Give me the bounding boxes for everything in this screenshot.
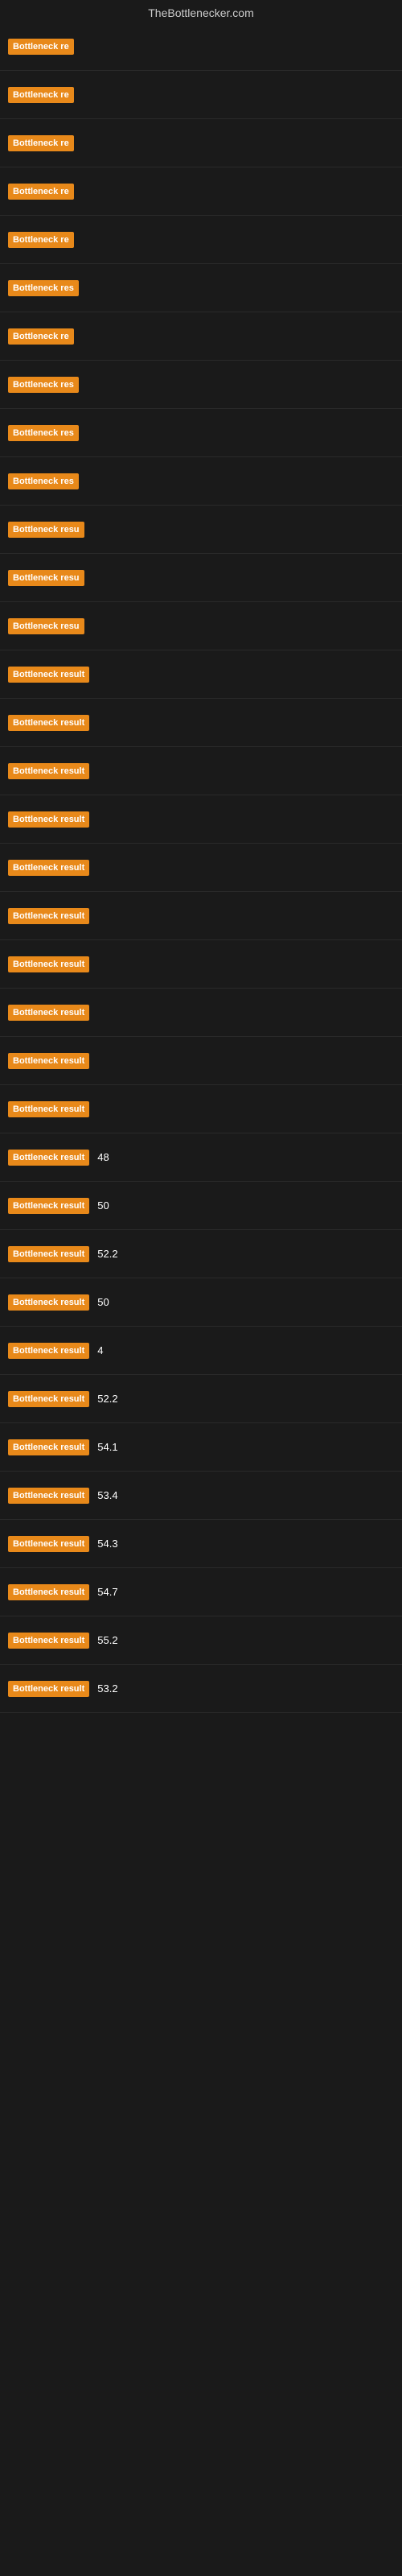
table-row: Bottleneck result 54.1: [0, 1423, 402, 1472]
table-row: Bottleneck result 53.4: [0, 1472, 402, 1520]
bottleneck-value: 50: [97, 1199, 109, 1212]
bottleneck-value: 55.2: [97, 1634, 117, 1646]
table-row: Bottleneck result: [0, 892, 402, 940]
table-row: Bottleneck res: [0, 264, 402, 312]
bottleneck-label: Bottleneck result: [8, 908, 89, 924]
bottleneck-label: Bottleneck result: [8, 1294, 89, 1311]
table-row: Bottleneck result: [0, 747, 402, 795]
bottleneck-label: Bottleneck result: [8, 956, 89, 972]
table-row: Bottleneck re: [0, 23, 402, 71]
bottleneck-label: Bottleneck re: [8, 328, 74, 345]
table-row: Bottleneck result: [0, 795, 402, 844]
table-row: Bottleneck result: [0, 1085, 402, 1133]
bottleneck-label: Bottleneck result: [8, 1439, 89, 1455]
bottleneck-label: Bottleneck result: [8, 1005, 89, 1021]
bottleneck-label: Bottleneck res: [8, 473, 79, 489]
table-row: Bottleneck result 55.2: [0, 1616, 402, 1665]
bottleneck-value: 4: [97, 1344, 103, 1356]
bottleneck-label: Bottleneck result: [8, 1488, 89, 1504]
bottleneck-label: Bottleneck result: [8, 763, 89, 779]
bottleneck-label: Bottleneck result: [8, 1101, 89, 1117]
bottleneck-label: Bottleneck res: [8, 377, 79, 393]
bottleneck-label: Bottleneck result: [8, 1246, 89, 1262]
bottleneck-label: Bottleneck res: [8, 425, 79, 441]
table-row: Bottleneck result 48: [0, 1133, 402, 1182]
table-row: Bottleneck re: [0, 312, 402, 361]
bottleneck-label: Bottleneck result: [8, 1584, 89, 1600]
bottleneck-label: Bottleneck resu: [8, 570, 84, 586]
table-row: Bottleneck result 50: [0, 1278, 402, 1327]
table-row: Bottleneck result 54.7: [0, 1568, 402, 1616]
table-row: Bottleneck result 4: [0, 1327, 402, 1375]
table-row: Bottleneck res: [0, 457, 402, 506]
bottleneck-value: 54.7: [97, 1586, 117, 1598]
bottleneck-value: 48: [97, 1151, 109, 1163]
bottleneck-value: 53.2: [97, 1682, 117, 1695]
table-row: Bottleneck result 53.2: [0, 1665, 402, 1713]
bottleneck-label: Bottleneck result: [8, 1681, 89, 1697]
bottleneck-value: 53.4: [97, 1489, 117, 1501]
table-row: Bottleneck resu: [0, 602, 402, 650]
bottleneck-label: Bottleneck result: [8, 1053, 89, 1069]
bottleneck-label: Bottleneck re: [8, 39, 74, 55]
table-row: Bottleneck resu: [0, 554, 402, 602]
table-row: Bottleneck re: [0, 119, 402, 167]
bottleneck-label: Bottleneck result: [8, 667, 89, 683]
table-row: Bottleneck result: [0, 650, 402, 699]
bottleneck-label: Bottleneck re: [8, 135, 74, 151]
bottleneck-label: Bottleneck result: [8, 811, 89, 828]
bottleneck-value: 54.1: [97, 1441, 117, 1453]
table-row: Bottleneck re: [0, 216, 402, 264]
bottleneck-label: Bottleneck result: [8, 1536, 89, 1552]
bottleneck-label: Bottleneck re: [8, 184, 74, 200]
table-row: Bottleneck result 52.2: [0, 1375, 402, 1423]
bottleneck-label: Bottleneck result: [8, 715, 89, 731]
bottleneck-value: 52.2: [97, 1248, 117, 1260]
bottleneck-label: Bottleneck re: [8, 232, 74, 248]
bottleneck-value: 52.2: [97, 1393, 117, 1405]
bottleneck-label: Bottleneck result: [8, 1150, 89, 1166]
bottleneck-value: 50: [97, 1296, 109, 1308]
table-row: Bottleneck res: [0, 409, 402, 457]
table-row: Bottleneck re: [0, 167, 402, 216]
bottleneck-label: Bottleneck res: [8, 280, 79, 296]
site-title: TheBottlenecker.com: [0, 0, 402, 23]
bottleneck-value: 54.3: [97, 1538, 117, 1550]
table-row: Bottleneck res: [0, 361, 402, 409]
table-row: Bottleneck result: [0, 1037, 402, 1085]
bottleneck-label: Bottleneck result: [8, 1343, 89, 1359]
table-row: Bottleneck result: [0, 940, 402, 989]
table-row: Bottleneck result: [0, 989, 402, 1037]
table-row: Bottleneck result: [0, 699, 402, 747]
table-row: Bottleneck result: [0, 844, 402, 892]
bottleneck-label: Bottleneck result: [8, 1633, 89, 1649]
bottleneck-label: Bottleneck resu: [8, 522, 84, 538]
bottleneck-label: Bottleneck result: [8, 1198, 89, 1214]
table-row: Bottleneck result 52.2: [0, 1230, 402, 1278]
table-row: Bottleneck resu: [0, 506, 402, 554]
bottleneck-label: Bottleneck result: [8, 1391, 89, 1407]
table-row: Bottleneck result 54.3: [0, 1520, 402, 1568]
table-row: Bottleneck result 50: [0, 1182, 402, 1230]
bottleneck-label: Bottleneck re: [8, 87, 74, 103]
bottleneck-label: Bottleneck result: [8, 860, 89, 876]
bottleneck-label: Bottleneck resu: [8, 618, 84, 634]
table-row: Bottleneck re: [0, 71, 402, 119]
